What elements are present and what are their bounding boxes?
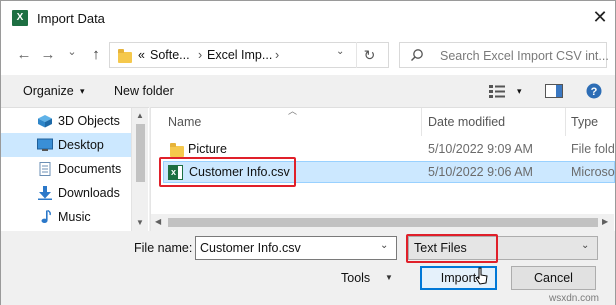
column-divider[interactable] <box>565 108 566 136</box>
scroll-left-arrow-icon[interactable]: ◀ <box>155 217 161 226</box>
up-arrow-icon[interactable]: ↑ <box>87 45 105 65</box>
column-divider[interactable] <box>421 108 422 136</box>
organize-button[interactable]: Organize <box>23 84 74 98</box>
file-name-label: File name: <box>134 241 193 255</box>
search-icon <box>411 49 423 61</box>
refresh-icon[interactable]: ↻ <box>356 42 382 68</box>
folder-icon <box>118 49 132 63</box>
column-header-date-modified[interactable]: Date modified <box>428 108 505 136</box>
search-placeholder: Search Excel Import CSV int... <box>440 49 609 63</box>
scroll-down-arrow-icon[interactable]: ▼ <box>136 218 144 227</box>
view-options-caret-icon[interactable]: ▾ <box>517 86 522 97</box>
sidebar-item-documents[interactable]: Documents <box>1 157 131 181</box>
sidebar-item-3d-objects[interactable]: 3D Objects <box>1 109 131 133</box>
breadcrumb-overflow[interactable]: « <box>138 48 145 62</box>
desktop-icon <box>37 138 53 151</box>
navigation-bar: ← → ⌄ ↑ « Softe... › Excel Imp... › ⌄ ↻ … <box>1 35 615 75</box>
sidebar-item-label: Documents <box>58 162 122 176</box>
filter-dropdown-chevron-icon[interactable]: ⌄ <box>581 240 589 251</box>
folder-icon <box>170 143 184 157</box>
breadcrumb-item[interactable]: Softe... <box>150 48 190 62</box>
sort-ascending-icon: ︿ <box>288 106 298 116</box>
back-arrow-icon[interactable]: ← <box>15 45 33 65</box>
documents-icon <box>39 162 51 176</box>
file-type: File fold <box>571 142 615 156</box>
column-header-name[interactable]: Name <box>168 108 201 136</box>
window-title: Import Data <box>37 11 105 26</box>
organize-caret-icon[interactable]: ▾ <box>80 86 85 97</box>
sidebar-item-desktop[interactable]: Desktop <box>1 133 131 157</box>
navigation-pane-scrollbar[interactable]: ▲ ▼ <box>131 108 148 231</box>
tools-menu-button[interactable]: Tools <box>341 271 370 285</box>
dialog-footer: File name: Customer Info.csv ⌄ Text File… <box>1 231 615 305</box>
highlight-box-selected-file <box>159 157 296 187</box>
scrollbar-thumb[interactable] <box>168 218 598 227</box>
tools-caret-icon[interactable]: ▼ <box>385 273 393 282</box>
address-bar[interactable]: « Softe... › Excel Imp... › ⌄ ↻ <box>109 42 389 68</box>
breadcrumb-separator[interactable]: › <box>198 48 202 62</box>
mouse-pointer-icon <box>475 267 488 285</box>
file-name: Picture <box>188 142 227 156</box>
file-type: Microso <box>571 165 615 179</box>
column-header-type[interactable]: Type <box>571 108 598 136</box>
scrollbar-thumb[interactable] <box>136 124 145 182</box>
view-options-icon[interactable] <box>488 84 506 98</box>
file-list-horizontal-scrollbar[interactable]: ◀ ▶ <box>151 214 614 231</box>
svg-text:?: ? <box>591 86 598 98</box>
sidebar-item-label: 3D Objects <box>58 114 120 128</box>
navigation-pane: 3D Objects Desktop Documents Downloads M… <box>1 107 149 231</box>
sidebar-item-downloads[interactable]: Downloads <box>1 181 131 205</box>
address-history-chevron-icon[interactable]: ⌄ <box>336 46 344 57</box>
file-name-value[interactable]: Customer Info.csv <box>200 241 301 255</box>
breadcrumb-item[interactable]: Excel Imp... <box>207 48 272 62</box>
forward-arrow-icon[interactable]: → <box>39 45 57 65</box>
3d-objects-icon <box>38 115 52 128</box>
excel-app-icon: X <box>12 10 28 26</box>
close-icon[interactable]: ✕ <box>590 7 610 27</box>
title-bar: X Import Data ✕ <box>1 1 615 35</box>
downloads-icon <box>38 186 52 200</box>
scroll-right-arrow-icon[interactable]: ▶ <box>602 217 608 226</box>
new-folder-button[interactable]: New folder <box>114 84 174 98</box>
sidebar-item-label: Downloads <box>58 186 120 200</box>
watermark-text: wsxdn.com <box>549 293 600 304</box>
command-bar: Organize ▾ New folder ▾ ? <box>1 75 615 107</box>
music-icon <box>41 210 51 223</box>
file-name-dropdown-chevron-icon[interactable]: ⌄ <box>380 240 388 251</box>
help-icon[interactable]: ? <box>586 83 602 99</box>
file-date: 5/10/2022 9:09 AM <box>428 142 533 156</box>
sidebar-item-music[interactable]: Music <box>1 205 131 229</box>
file-date: 5/10/2022 9:06 AM <box>428 165 533 179</box>
import-data-dialog: X Import Data ✕ ← → ⌄ ↑ « Softe... › Exc… <box>0 0 616 305</box>
sidebar-item-label: Music <box>58 210 91 224</box>
sidebar-item-label: Desktop <box>58 138 104 152</box>
highlight-box-file-type <box>406 234 498 263</box>
search-box[interactable]: Search Excel Import CSV int... <box>399 42 609 68</box>
recent-locations-chevron-icon[interactable]: ⌄ <box>63 42 81 62</box>
scroll-up-arrow-icon[interactable]: ▲ <box>136 111 144 120</box>
breadcrumb-separator[interactable]: › <box>275 48 279 62</box>
file-name-input[interactable]: Customer Info.csv ⌄ <box>195 236 397 260</box>
cancel-button[interactable]: Cancel <box>511 266 596 290</box>
preview-pane-icon[interactable] <box>545 84 563 98</box>
